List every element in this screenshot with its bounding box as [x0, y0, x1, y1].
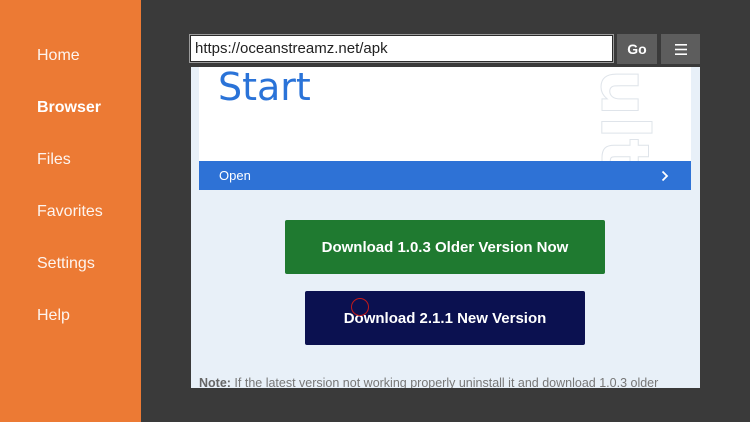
cursor-icon	[351, 298, 369, 316]
web-viewport[interactable]: Start ultimate Open Download 1.0.3 Older…	[191, 67, 700, 388]
open-label: Open	[219, 168, 251, 183]
url-input[interactable]: https://oceanstreamz.net/apk	[189, 34, 614, 63]
download-new-version-button[interactable]: Download 2.1.1 New Version	[305, 291, 585, 345]
sidebar: Home Browser Files Favorites Settings He…	[0, 0, 141, 422]
menu-button[interactable]	[661, 34, 700, 64]
card-title: Start	[218, 67, 311, 109]
note-body: If the latest version not working proper…	[230, 376, 659, 388]
sidebar-item-files[interactable]: Files	[37, 151, 71, 169]
sidebar-item-browser[interactable]: Browser	[37, 99, 101, 117]
note-text: Note: If the latest version not working …	[199, 376, 700, 388]
hamburger-icon	[674, 43, 687, 55]
sidebar-item-help[interactable]: Help	[37, 307, 70, 325]
open-button[interactable]: Open	[199, 161, 691, 190]
sidebar-item-settings[interactable]: Settings	[37, 255, 95, 273]
download-old-version-button[interactable]: Download 1.0.3 Older Version Now	[285, 220, 605, 274]
chevron-right-icon	[661, 170, 669, 181]
sidebar-item-home[interactable]: Home	[37, 47, 80, 65]
note-label: Note:	[199, 376, 231, 388]
sidebar-item-favorites[interactable]: Favorites	[37, 203, 103, 221]
go-button[interactable]: Go	[617, 34, 657, 64]
